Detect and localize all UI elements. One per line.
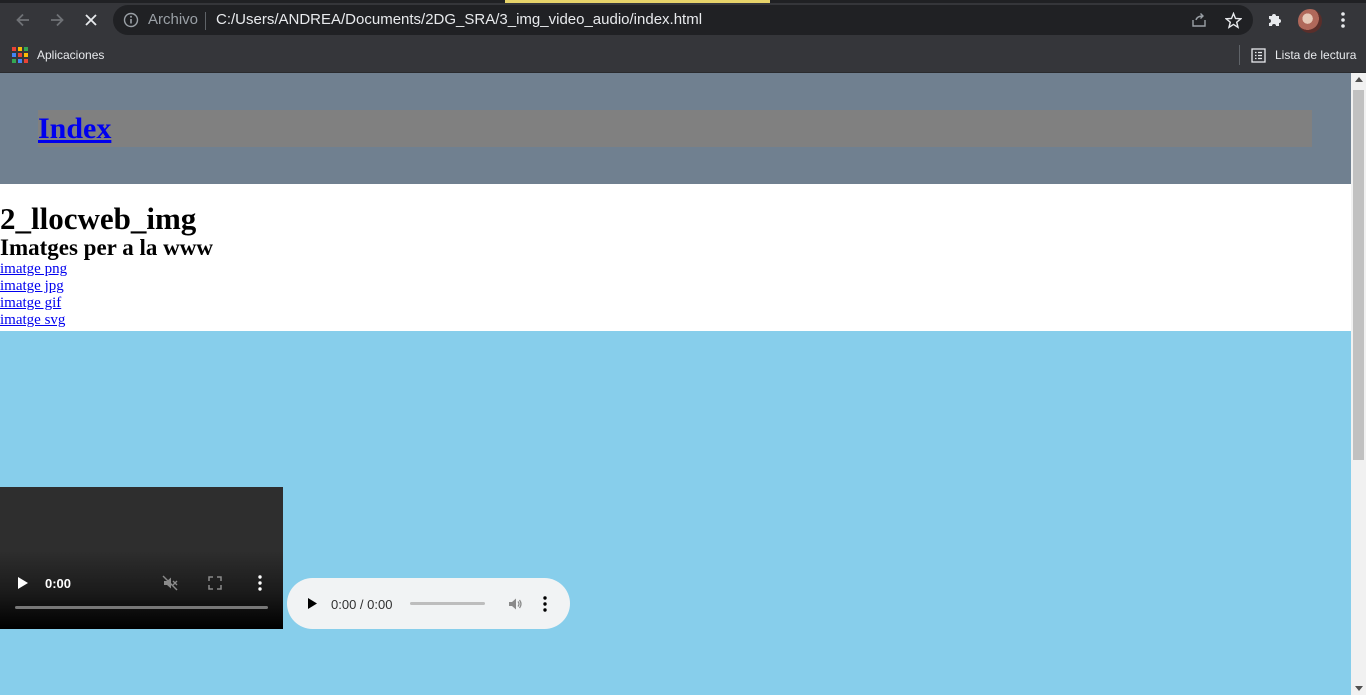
reading-list-button[interactable]: Lista de lectura (1251, 46, 1356, 64)
info-icon[interactable] (123, 12, 139, 28)
page-subtitle: Imatges per a la www (0, 235, 213, 260)
apps-icon (12, 47, 28, 63)
play-icon (307, 597, 317, 609)
stop-button[interactable] (79, 8, 103, 32)
share-icon (1192, 13, 1206, 27)
audio-time: 0:00 / 0:00 (331, 597, 393, 612)
apps-shortcut[interactable]: Aplicaciones (12, 46, 104, 64)
video-time: 0:00 (45, 576, 72, 591)
link-svg[interactable]: imatge svg (0, 312, 213, 329)
audio-player[interactable]: 0:00 / 0:00 (287, 578, 570, 629)
bookmark-star-button[interactable] (1223, 10, 1243, 30)
audio-volume-button[interactable] (505, 594, 525, 614)
media-section: 0:00 0:00 / 0:00 (0, 331, 1351, 695)
image-links: imatge png imatge jpg imatge gif imatge … (0, 261, 213, 329)
url-text[interactable]: C:/Users/ANDREA/Documents/2DG_SRA/3_img_… (216, 12, 702, 28)
link-png[interactable]: imatge png (0, 261, 213, 278)
address-bar[interactable]: Archivo C:/Users/ANDREA/Documents/2DG_SR… (113, 5, 1253, 35)
reading-list-icon (1251, 47, 1266, 63)
volume-muted-icon (162, 575, 178, 591)
page-title: 2_llocweb_img (0, 201, 197, 236)
star-icon (1224, 11, 1242, 29)
audio-progress-bar[interactable] (410, 602, 485, 605)
browser-toolbar: Archivo C:/Users/ANDREA/Documents/2DG_SR… (0, 3, 1366, 37)
forward-icon (51, 13, 64, 27)
page-viewport: Index 2_llocweb_img Imatges per a la www… (0, 73, 1351, 695)
bookmarks-bar: Aplicaciones Lista de lectura (0, 37, 1366, 73)
scrollbar-thumb[interactable] (1353, 90, 1364, 460)
volume-icon (509, 598, 522, 610)
play-icon (18, 577, 28, 589)
apps-label: Aplicaciones (37, 48, 105, 62)
stop-icon (85, 14, 97, 26)
more-vert-icon (543, 596, 547, 612)
audio-play-button[interactable] (302, 593, 322, 613)
bookmarks-divider (1239, 45, 1240, 65)
share-button[interactable] (1189, 10, 1209, 30)
menu-icon (1341, 12, 1345, 28)
more-vert-icon (258, 575, 262, 591)
back-button[interactable] (11, 8, 35, 32)
video-mute-button[interactable] (160, 573, 180, 593)
extensions-icon (1269, 14, 1281, 26)
header-bar: Index (38, 110, 1312, 147)
video-progress-bar[interactable] (15, 606, 268, 609)
omnibox-separator (205, 12, 206, 30)
page-header: Index (0, 73, 1351, 184)
scheme-label: Archivo (148, 11, 199, 28)
menu-button[interactable] (1331, 8, 1355, 32)
fullscreen-icon (208, 576, 222, 590)
index-link[interactable]: Index (38, 112, 111, 146)
link-gif[interactable]: imatge gif (0, 295, 213, 312)
scroll-up-icon[interactable] (1355, 77, 1363, 82)
video-play-button[interactable] (13, 573, 33, 593)
page-scrollbar[interactable] (1351, 73, 1366, 695)
avatar[interactable] (1298, 9, 1322, 33)
main-content: 2_llocweb_img Imatges per a la www imatg… (0, 201, 213, 329)
back-icon (16, 13, 29, 27)
extensions-button[interactable] (1263, 8, 1287, 32)
audio-options-button[interactable] (535, 594, 555, 614)
scroll-down-icon[interactable] (1355, 686, 1363, 691)
video-fullscreen-button[interactable] (205, 573, 225, 593)
reading-list-label: Lista de lectura (1275, 48, 1357, 62)
forward-button[interactable] (45, 8, 69, 32)
link-jpg[interactable]: imatge jpg (0, 278, 213, 295)
video-options-button[interactable] (250, 573, 270, 593)
video-player[interactable]: 0:00 (0, 487, 283, 629)
